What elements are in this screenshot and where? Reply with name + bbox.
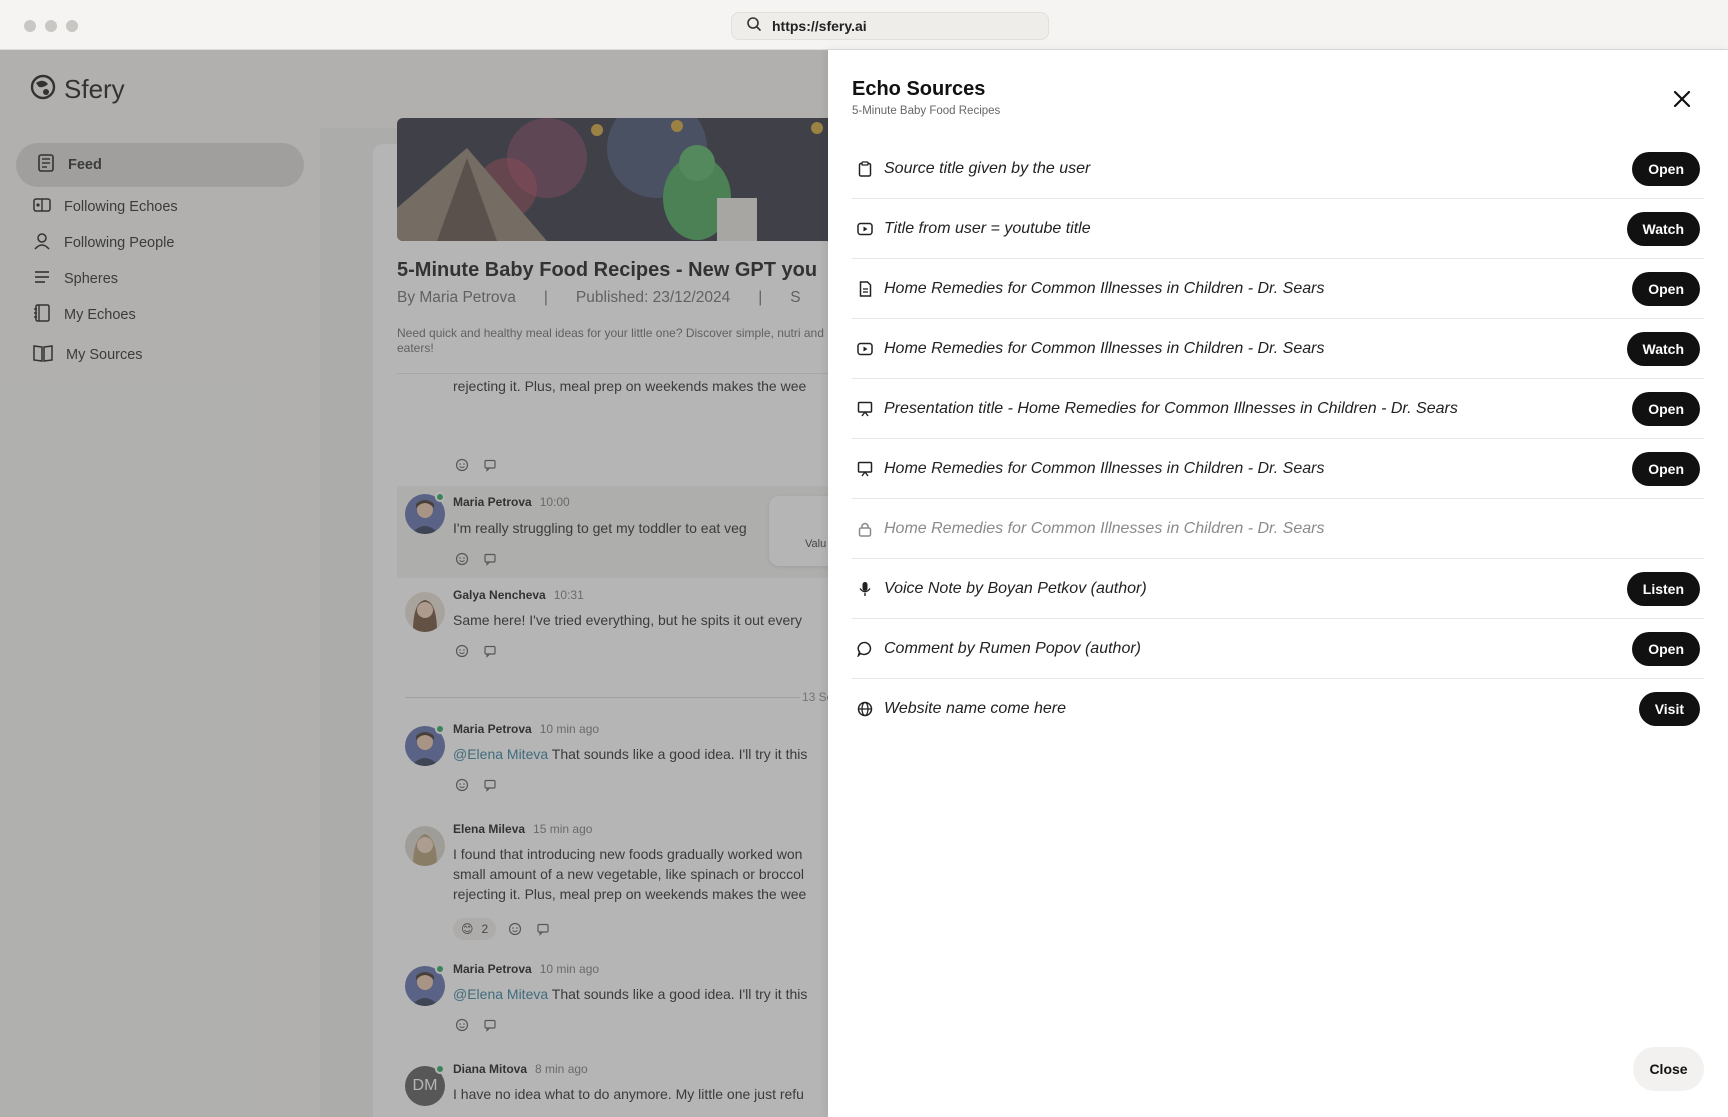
clipboard-icon xyxy=(856,160,874,178)
window-minimize-dot[interactable] xyxy=(45,20,57,32)
source-row: Presentation title - Home Remedies for C… xyxy=(852,379,1704,439)
source-title: Voice Note by Boyan Petkov (author) xyxy=(884,579,1147,597)
open-button[interactable]: Open xyxy=(1632,151,1700,186)
browser-chrome: https://sfery.ai xyxy=(0,0,1728,50)
window-controls xyxy=(24,20,78,32)
drawer-title: Echo Sources xyxy=(852,78,986,100)
drawer-subtitle: 5-Minute Baby Food Recipes xyxy=(852,105,1001,117)
sources-list: Source title given by the user Open Titl… xyxy=(852,139,1704,739)
microphone-icon xyxy=(856,580,874,598)
source-row: Voice Note by Boyan Petkov (author) List… xyxy=(852,559,1704,619)
watch-button[interactable]: Watch xyxy=(1626,331,1700,366)
source-row: Title from user = youtube title Watch xyxy=(852,199,1704,259)
video-icon xyxy=(856,220,874,238)
url-text: https://sfery.ai xyxy=(772,18,867,34)
comment-icon xyxy=(856,640,874,658)
source-title: Home Remedies for Common Illnesses in Ch… xyxy=(884,459,1325,477)
source-title: Website name come here xyxy=(884,700,1067,717)
address-bar[interactable]: https://sfery.ai xyxy=(731,12,1049,40)
source-title: Source title given by the user xyxy=(884,159,1091,177)
visit-button[interactable]: Visit xyxy=(1638,692,1700,726)
close-button[interactable]: Close xyxy=(1633,1047,1704,1091)
source-row: Home Remedies for Common Illnesses in Ch… xyxy=(852,259,1704,319)
listen-button[interactable]: Listen xyxy=(1626,571,1700,606)
source-row: Website name come here Visit xyxy=(852,679,1704,739)
open-button[interactable]: Open xyxy=(1632,391,1700,426)
source-row: Home Remedies for Common Illnesses in Ch… xyxy=(852,319,1704,379)
globe-icon xyxy=(856,700,874,718)
source-title: Home Remedies for Common Illnesses in Ch… xyxy=(884,279,1325,297)
echo-sources-drawer: Echo Sources 5-Minute Baby Food Recipes … xyxy=(828,50,1728,1117)
source-title: Presentation title - Home Remedies for C… xyxy=(884,399,1458,417)
window-zoom-dot[interactable] xyxy=(66,20,78,32)
source-title: Title from user = youtube title xyxy=(884,219,1091,237)
presentation-icon xyxy=(856,460,874,478)
source-title: Home Remedies for Common Illnesses in Ch… xyxy=(884,339,1325,357)
watch-button[interactable]: Watch xyxy=(1626,211,1700,246)
window-close-dot[interactable] xyxy=(24,20,36,32)
source-title: Comment by Rumen Popov (author) xyxy=(884,639,1141,657)
source-row: Comment by Rumen Popov (author) Open xyxy=(852,619,1704,679)
close-icon[interactable] xyxy=(1670,87,1694,111)
open-button[interactable]: Open xyxy=(1632,631,1700,666)
source-row: Source title given by the user Open xyxy=(852,139,1704,199)
open-button[interactable]: Open xyxy=(1632,271,1700,306)
source-title: Home Remedies for Common Illnesses in Ch… xyxy=(884,519,1325,537)
document-icon xyxy=(856,280,874,298)
search-icon xyxy=(746,16,762,37)
source-row: Home Remedies for Common Illnesses in Ch… xyxy=(852,439,1704,499)
video-icon xyxy=(856,340,874,358)
source-row-locked: Home Remedies for Common Illnesses in Ch… xyxy=(852,499,1704,559)
lock-icon xyxy=(856,520,874,538)
modal-overlay[interactable] xyxy=(0,50,828,1117)
presentation-icon xyxy=(856,400,874,418)
open-button[interactable]: Open xyxy=(1632,451,1700,486)
